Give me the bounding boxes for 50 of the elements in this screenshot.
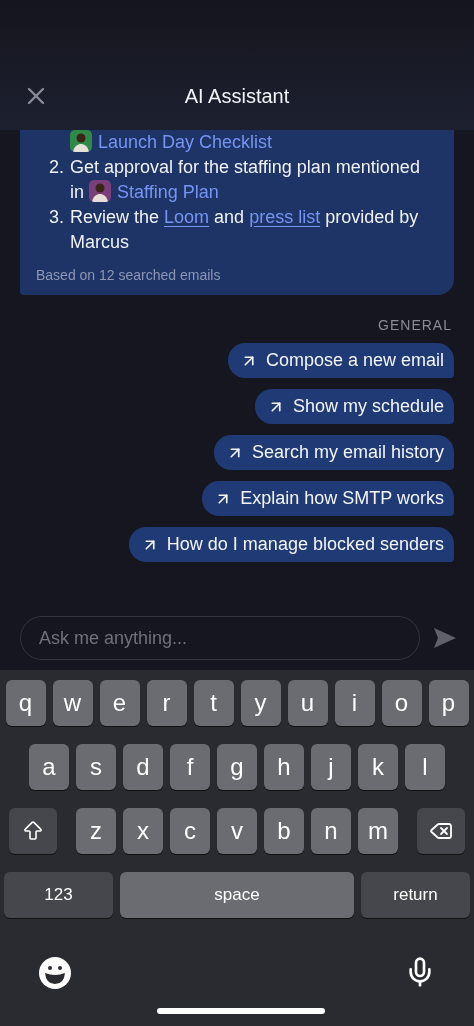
suggestion-chip[interactable]: Search my email history [213, 435, 454, 470]
key[interactable]: h [264, 744, 304, 790]
shift-icon [21, 819, 45, 843]
list-item-text: Review the Loom and press list provided by Marcus [69, 206, 420, 254]
key[interactable]: j [311, 744, 351, 790]
emoji-button[interactable] [38, 956, 72, 990]
key[interactable]: q [5, 680, 46, 726]
document-link[interactable]: Staffing Plan [117, 182, 219, 202]
key[interactable]: c [170, 808, 210, 854]
shift-key[interactable] [9, 808, 57, 854]
suggestion-chip[interactable]: Show my schedule [254, 389, 454, 424]
key[interactable]: d [123, 744, 163, 790]
send-button[interactable] [432, 626, 458, 650]
key[interactable]: w [52, 680, 93, 726]
key[interactable]: n [311, 808, 351, 854]
section-label: GENERAL [377, 317, 452, 333]
key[interactable]: s [76, 744, 116, 790]
space-key[interactable]: space [120, 872, 354, 918]
key[interactable]: y [240, 680, 281, 726]
suggestion-chip[interactable]: Explain how SMTP works [202, 481, 454, 516]
document-link[interactable]: Launch Day Checklist [98, 132, 273, 152]
key[interactable]: i [334, 680, 375, 726]
key[interactable]: m [358, 808, 398, 854]
key[interactable]: l [405, 744, 445, 790]
link[interactable]: Loom [164, 207, 210, 227]
key[interactable]: o [381, 680, 422, 726]
suggestion-chip[interactable]: Compose a new email [227, 343, 454, 378]
list-number: 3. [48, 206, 64, 229]
key[interactable]: u [287, 680, 328, 726]
screen-title: AI Assistant [184, 85, 290, 108]
delete-key[interactable] [417, 808, 465, 854]
link[interactable]: press list [249, 207, 321, 227]
numbers-key[interactable]: 123 [4, 872, 113, 918]
key[interactable]: x [123, 808, 163, 854]
message-input[interactable]: Ask me anything... [20, 616, 420, 660]
key[interactable]: k [358, 744, 398, 790]
source-note: Based on 12 searched emails [36, 267, 222, 283]
key[interactable]: a [29, 744, 69, 790]
key[interactable]: e [99, 680, 140, 726]
key[interactable]: t [193, 680, 234, 726]
key[interactable]: g [217, 744, 257, 790]
key[interactable]: f [170, 744, 210, 790]
key[interactable]: r [146, 680, 187, 726]
key[interactable]: v [217, 808, 257, 854]
key[interactable]: p [428, 680, 469, 726]
key[interactable]: b [264, 808, 304, 854]
list-number: 2. [48, 156, 64, 179]
suggestion-chip[interactable]: How do I manage blocked senders [128, 527, 454, 562]
return-key[interactable]: return [361, 872, 470, 918]
key[interactable]: z [76, 808, 116, 854]
